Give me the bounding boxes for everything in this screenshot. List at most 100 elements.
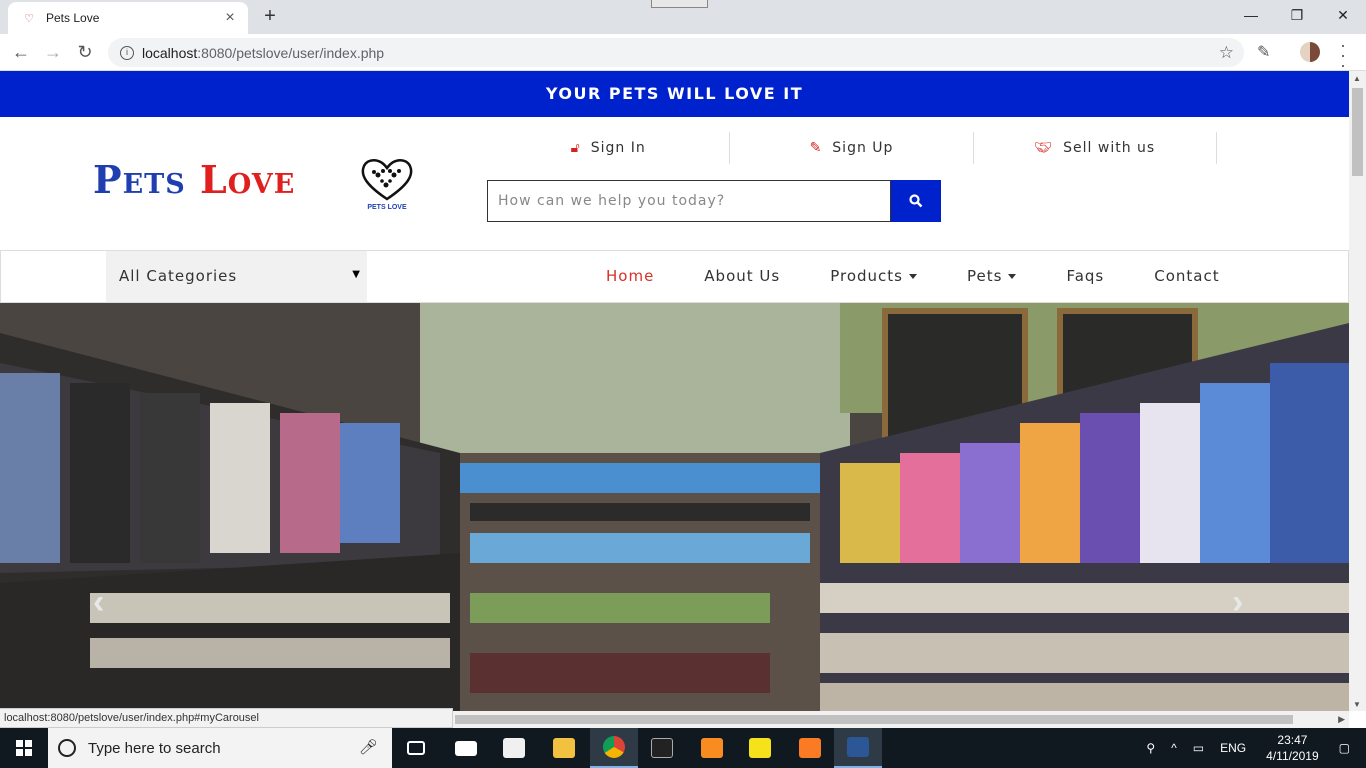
chrome-icon	[603, 736, 625, 758]
browser-tabbar: ♡ Pets Love × + — ❐ ✕	[0, 0, 1366, 34]
cortana-icon	[58, 739, 76, 757]
clock-date: 4/11/2019	[1266, 749, 1319, 763]
category-select[interactable]: All Categories ▼	[106, 251, 367, 302]
language-indicator[interactable]: ENG	[1220, 741, 1246, 755]
horizontal-scrollbar[interactable]: ▶	[453, 711, 1349, 728]
info-icon[interactable]: i	[120, 45, 134, 60]
site-logo[interactable]: Pets Love	[93, 157, 295, 202]
nav-home[interactable]: Home	[581, 251, 679, 302]
notifications-icon[interactable]: ▢	[1339, 741, 1350, 755]
xampp-app-button[interactable]	[786, 728, 834, 768]
nav-pets-label: Pets	[967, 267, 1003, 285]
terminal-icon	[651, 738, 673, 758]
word-icon	[847, 737, 869, 757]
profile-avatar[interactable]	[1300, 42, 1320, 62]
heart-paw-logo-icon: PETS LOVE	[361, 159, 413, 211]
word-app-button[interactable]	[834, 728, 882, 768]
back-button[interactable]: ←	[10, 41, 32, 63]
sticky-notes-icon	[749, 738, 771, 758]
hero-carousel[interactable]: ‹ ›	[0, 303, 1349, 728]
xampp-icon	[799, 738, 821, 758]
carousel-slide-image	[0, 303, 1349, 728]
nav-about[interactable]: About Us	[679, 251, 805, 302]
search-button[interactable]	[891, 180, 941, 222]
vscroll-thumb[interactable]	[1352, 88, 1363, 176]
nav-products-label: Products	[830, 267, 903, 285]
microphone-icon[interactable]: 🎤︎	[359, 738, 378, 756]
signin-link[interactable]: 🔓︎ Sign In	[487, 132, 731, 164]
carousel-prev-button[interactable]: ‹	[93, 583, 104, 622]
lock-icon: 🔓︎	[570, 140, 581, 156]
scroll-down-icon[interactable]: ▼	[1353, 700, 1361, 709]
sell-with-us-link[interactable]: 🤝︎ Sell with us	[974, 132, 1217, 164]
browser-tab[interactable]: ♡ Pets Love ×	[8, 2, 248, 34]
windows-logo-icon	[16, 740, 32, 756]
store-icon	[503, 738, 525, 758]
people-icon[interactable]: ⚲	[1146, 741, 1155, 755]
system-tray: ⚲ ^ ▭ ENG 23:47 4/11/2019 ▢	[1138, 728, 1366, 768]
browser-menu-icon[interactable]: · · ·	[1338, 36, 1348, 74]
vertical-scrollbar[interactable]: ▲ ▼	[1349, 71, 1366, 711]
logo-word-pets: Pets	[93, 157, 186, 202]
nav-pets[interactable]: Pets	[942, 251, 1041, 302]
top-banner: YOUR PETS WILL LOVE IT	[0, 71, 1349, 117]
store-app-button[interactable]	[490, 728, 538, 768]
forward-button[interactable]: →	[42, 41, 64, 63]
battery-icon[interactable]: ▭	[1193, 741, 1204, 755]
windows-taskbar: Type here to search 🎤︎ ⚲ ^ ▭ ENG 23:47 4…	[0, 728, 1366, 768]
edit-icon: ✎	[809, 140, 823, 156]
search-input[interactable]: How can we help you today?	[487, 180, 891, 222]
reload-button[interactable]: ↻	[74, 41, 96, 63]
restore-button[interactable]: ❐	[1274, 0, 1320, 30]
scroll-up-icon[interactable]: ▲	[1353, 74, 1361, 83]
sell-label: Sell with us	[1063, 140, 1156, 156]
logo-badge-text: PETS LOVE	[367, 204, 407, 211]
main-navbar: All Categories ▼ Home About Us Products …	[0, 250, 1349, 303]
chrome-app-button[interactable]	[590, 728, 638, 768]
page-viewport: YOUR PETS WILL LOVE IT Pets Love PETS LO…	[0, 71, 1349, 728]
scroll-right-icon[interactable]: ▶	[1338, 714, 1345, 725]
tab-close-icon[interactable]: ×	[222, 9, 238, 27]
url-path: :8080/petslove/user/index.php	[197, 44, 385, 61]
task-view-button[interactable]	[392, 728, 440, 768]
caret-down-icon	[1008, 274, 1017, 279]
logo-word-love: Love	[199, 157, 296, 202]
sublime-text-icon	[701, 738, 723, 758]
new-tab-button[interactable]: +	[258, 5, 282, 29]
nav-menu: Home About Us Products Pets Faqs Contact	[581, 251, 1245, 302]
chevron-down-icon: ▼	[352, 269, 361, 280]
eyedropper-extension-icon[interactable]: ✎	[1257, 42, 1270, 62]
nav-faqs[interactable]: Faqs	[1041, 251, 1129, 302]
taskbar-search-placeholder: Type here to search	[88, 739, 221, 757]
taskbar-clock[interactable]: 23:47 4/11/2019	[1266, 732, 1319, 764]
caret-down-icon	[909, 274, 917, 279]
signup-label: Sign Up	[832, 140, 894, 156]
mail-app-button[interactable]	[442, 728, 490, 768]
start-button[interactable]	[0, 728, 48, 768]
nav-contact[interactable]: Contact	[1129, 251, 1244, 302]
terminal-app-button[interactable]	[638, 728, 686, 768]
nav-products[interactable]: Products	[805, 251, 942, 302]
clock-time: 23:47	[1277, 733, 1308, 747]
signup-link[interactable]: ✎ Sign Up	[730, 132, 974, 164]
sticky-notes-button[interactable]	[736, 728, 784, 768]
status-url-tooltip: localhost:8080/petslove/user/index.php#m…	[0, 708, 453, 728]
file-explorer-button[interactable]	[540, 728, 588, 768]
minimize-button[interactable]: —	[1228, 0, 1274, 30]
window-drag-handle[interactable]	[651, 0, 708, 8]
taskbar-search-input[interactable]: Type here to search 🎤︎	[48, 728, 392, 768]
chevron-up-icon[interactable]: ^	[1171, 741, 1177, 755]
sublime-app-button[interactable]	[688, 728, 736, 768]
bookmark-star-icon[interactable]: ☆	[1219, 43, 1234, 63]
url-host: localhost	[142, 44, 198, 61]
handshake-icon: 🤝︎	[1034, 140, 1054, 156]
mail-icon	[455, 740, 477, 756]
task-view-icon	[407, 741, 425, 755]
hscroll-thumb[interactable]	[455, 715, 1293, 724]
signin-label: Sign In	[590, 140, 646, 156]
address-bar[interactable]: i localhost:8080/petslove/user/index.php…	[108, 38, 1244, 67]
tab-title: Pets Love	[46, 11, 100, 25]
category-selected-label: All Categories	[119, 267, 238, 285]
close-window-button[interactable]: ✕	[1320, 0, 1366, 30]
carousel-next-button[interactable]: ›	[1232, 583, 1243, 622]
